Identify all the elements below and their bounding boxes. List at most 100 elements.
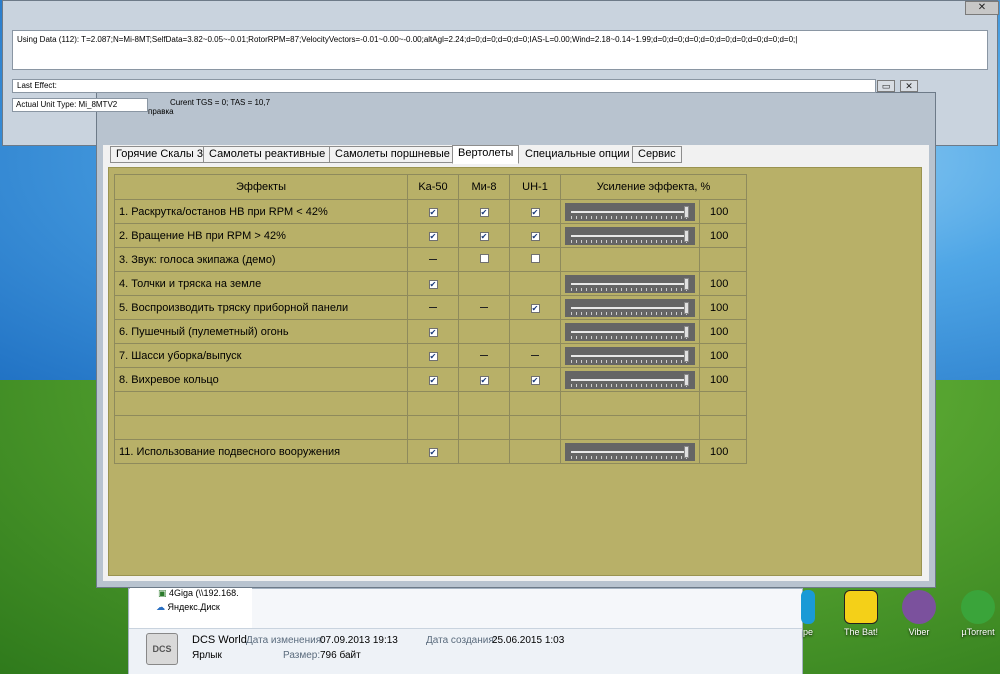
gain-slider[interactable] xyxy=(565,298,695,317)
slider-thumb[interactable] xyxy=(684,205,689,218)
gain-slider[interactable] xyxy=(565,442,695,461)
gain-slider[interactable] xyxy=(565,370,695,389)
unavailable-mark xyxy=(429,259,437,261)
slider-thumb[interactable] xyxy=(684,229,689,242)
tree-item-network-drive[interactable]: ▣ 4Giga (\\192.168. xyxy=(158,588,239,599)
tab-special-options[interactable]: Специальные опции xyxy=(519,146,636,163)
cell-mi8 xyxy=(458,295,510,320)
gain-slider[interactable] xyxy=(565,226,695,245)
gain-slider[interactable] xyxy=(565,274,695,293)
slider-thumb[interactable] xyxy=(684,301,689,314)
checkbox-uh1[interactable]: ✔ xyxy=(530,231,540,241)
checkbox-uh1[interactable] xyxy=(530,253,540,263)
header-mi8: Ми-8 xyxy=(458,174,510,200)
cell-uh1: ✔ xyxy=(509,199,561,224)
cell-mi8 xyxy=(458,343,510,368)
desktop-shortcut-viber[interactable]: Viber xyxy=(899,590,939,637)
cell-uh1: ✔ xyxy=(509,223,561,248)
checkbox-ka50[interactable]: ✔ xyxy=(428,279,438,289)
shortcut-label: The Bat! xyxy=(843,627,879,637)
slider-track xyxy=(571,378,689,381)
slider-thumb[interactable] xyxy=(684,277,689,290)
gain-slider-cell xyxy=(560,439,700,464)
slider-track xyxy=(571,234,689,237)
tab-prop-planes[interactable]: Самолеты поршневые xyxy=(329,146,456,163)
unit-type-field: Actual Unit Type: Mi_8MTV2 xyxy=(12,98,148,112)
window-controls: ▭ ✕ xyxy=(877,80,920,92)
header-uh1: UH-1 xyxy=(509,174,561,200)
tab-hot-rocks[interactable]: Горячие Скалы 3 xyxy=(110,146,209,163)
cell-ka50 xyxy=(407,295,459,320)
viber-icon xyxy=(902,590,936,624)
tree-item-yandex-disk[interactable]: ☁ Яндекс.Диск xyxy=(156,602,220,613)
gain-slider-cell xyxy=(560,367,700,392)
gain-value: 100 xyxy=(699,367,747,392)
slider-ticks xyxy=(571,335,689,339)
slider-track xyxy=(571,354,689,357)
gain-slider[interactable] xyxy=(565,202,695,221)
checkbox-mi8[interactable]: ✔ xyxy=(479,231,489,241)
cell-uh1 xyxy=(509,439,561,464)
desktop-shortcut-utorrent[interactable]: µTorrent xyxy=(958,590,998,637)
slider-thumb[interactable] xyxy=(684,445,689,458)
tab-helicopters[interactable]: Вертолеты xyxy=(452,145,520,164)
gain-slider[interactable] xyxy=(565,322,695,341)
cell-mi8: ✔ xyxy=(458,199,510,224)
effect-label xyxy=(114,415,408,440)
tree-item-label: Яндекс.Диск xyxy=(167,602,220,612)
gain-value: 100 xyxy=(699,319,747,344)
checkbox-uh1[interactable]: ✔ xyxy=(530,303,540,313)
checkbox-ka50[interactable]: ✔ xyxy=(428,447,438,457)
checkbox-uh1[interactable]: ✔ xyxy=(530,375,540,385)
desktop-shortcut-partial[interactable]: pe xyxy=(796,590,820,637)
gain-slider-cell xyxy=(560,319,700,344)
tab-service[interactable]: Сервис xyxy=(632,146,682,163)
header-gain: Усиление эффекта, % xyxy=(560,174,747,200)
checkbox-mi8[interactable]: ✔ xyxy=(479,207,489,217)
effect-label: 2. Вращение НВ при RPM > 42% xyxy=(114,223,408,248)
close-icon[interactable]: ✕ xyxy=(965,1,999,15)
gain-value: 100 xyxy=(699,343,747,368)
cell-ka50: ✔ xyxy=(407,367,459,392)
tree-item-label: 4Giga (\\192.168. xyxy=(169,588,239,598)
cell-ka50: ✔ xyxy=(407,343,459,368)
slider-ticks xyxy=(571,311,689,315)
file-name: DCS World xyxy=(192,634,247,646)
slider-ticks xyxy=(571,239,689,243)
cell-mi8 xyxy=(458,439,510,464)
checkbox-ka50[interactable]: ✔ xyxy=(428,327,438,337)
cell-uh1 xyxy=(509,247,561,272)
checkbox-mi8[interactable]: ✔ xyxy=(479,375,489,385)
created-value: 25.06.2015 1:03 xyxy=(492,635,565,646)
slider-thumb[interactable] xyxy=(684,349,689,362)
table-row: 5. Воспроизводить тряску приборной панел… xyxy=(114,295,747,320)
menu-item-edit[interactable]: правка xyxy=(148,107,174,116)
checkbox-uh1[interactable]: ✔ xyxy=(530,207,540,217)
slider-track xyxy=(571,306,689,309)
checkbox-ka50[interactable]: ✔ xyxy=(428,207,438,217)
checkbox-ka50[interactable]: ✔ xyxy=(428,231,438,241)
table-row: 2. Вращение НВ при RPM > 42% ✔ ✔ ✔ 100 xyxy=(114,223,747,248)
gain-value: 100 xyxy=(699,271,747,296)
modified-label: Дата изменения: xyxy=(246,635,324,646)
checkbox-ka50[interactable]: ✔ xyxy=(428,375,438,385)
slider-thumb[interactable] xyxy=(684,373,689,386)
modified-value: 07.09.2013 19:13 xyxy=(320,635,398,646)
slider-ticks xyxy=(571,383,689,387)
tab-jets[interactable]: Самолеты реактивные xyxy=(203,146,332,163)
checkbox-ka50[interactable]: ✔ xyxy=(428,351,438,361)
slider-track xyxy=(571,330,689,333)
gain-value: 100 xyxy=(699,199,747,224)
network-drive-icon: ▣ xyxy=(158,588,167,598)
slider-thumb[interactable] xyxy=(684,325,689,338)
close-icon[interactable]: ✕ xyxy=(900,80,919,92)
restore-icon[interactable]: ▭ xyxy=(877,80,895,92)
table-row: 4. Толчки и тряска на земле ✔ 100 xyxy=(114,271,747,296)
desktop-shortcut-the-bat[interactable]: The Bat! xyxy=(841,590,881,637)
checkbox-mi8[interactable] xyxy=(479,253,489,263)
utorrent-icon xyxy=(961,590,995,624)
effect-label xyxy=(114,391,408,416)
cell-mi8 xyxy=(458,319,510,344)
gain-slider[interactable] xyxy=(565,346,695,365)
cell-ka50 xyxy=(407,415,459,440)
